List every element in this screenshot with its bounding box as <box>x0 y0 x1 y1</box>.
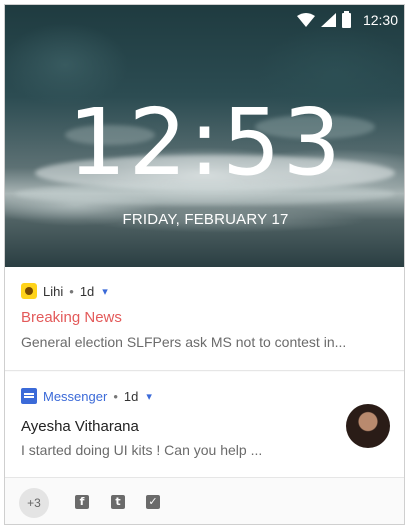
more-notifications-badge[interactable]: +3 <box>19 488 49 518</box>
notification-title: Ayesha Vitharana <box>21 418 139 435</box>
status-time: 12:30 <box>362 12 398 28</box>
notification-messenger[interactable]: Messenger • 1d ▾ Ayesha Vitharana I star… <box>5 372 404 478</box>
chevron-down-icon[interactable]: ▾ <box>102 285 108 298</box>
notification-body: I started doing UI kits ! Can you help .… <box>21 442 263 458</box>
avatar <box>346 404 390 448</box>
wifi-icon <box>296 13 315 27</box>
status-bar: 12:30 <box>296 9 398 31</box>
chevron-down-icon[interactable]: ▾ <box>146 390 152 403</box>
separator-dot: • <box>113 388 118 404</box>
notification-lihi[interactable]: Lihi • 1d ▾ Breaking News General electi… <box>5 267 404 371</box>
app-name: Lihi <box>43 283 64 299</box>
app-name: Messenger <box>43 388 108 404</box>
lihi-app-icon <box>21 283 37 299</box>
phone-screen: 12:30 12:53 FRIDAY, FEBRUARY 17 Lihi • 1… <box>4 4 405 525</box>
battery-icon <box>341 10 351 28</box>
overflow-bar[interactable]: +3 f t ✓ <box>5 479 404 524</box>
notification-body: General election SLFPers ask MS not to c… <box>21 334 347 350</box>
twitter-icon: ✓ <box>146 495 160 509</box>
time-ago: 1d <box>79 283 95 299</box>
notification-header: Messenger • 1d ▾ <box>21 388 152 404</box>
separator-dot: • <box>69 283 74 299</box>
time-ago: 1d <box>123 388 139 404</box>
lock-screen-wallpaper: 12:30 12:53 FRIDAY, FEBRUARY 17 <box>5 5 404 267</box>
tumblr-icon: t <box>111 495 125 509</box>
signal-icon <box>320 13 336 27</box>
notification-header: Lihi • 1d ▾ <box>21 283 108 299</box>
notification-title: Breaking News <box>21 309 122 326</box>
messenger-app-icon <box>21 388 37 404</box>
lock-screen-date: FRIDAY, FEBRUARY 17 <box>122 211 289 228</box>
facebook-icon: f <box>75 495 89 509</box>
lock-screen-clock: 12:53 <box>67 89 344 196</box>
